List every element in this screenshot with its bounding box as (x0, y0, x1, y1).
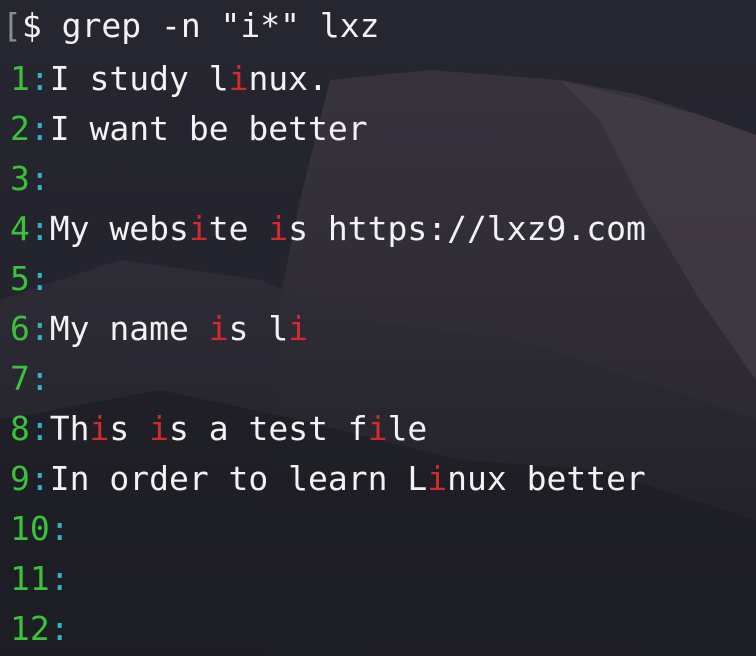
line-text: te (208, 209, 269, 248)
match-highlight: i (228, 59, 249, 98)
output-line: 7: (10, 354, 756, 404)
match-highlight: i (268, 209, 289, 248)
line-text: My name (49, 309, 209, 348)
line-text: s (109, 409, 150, 448)
line-number: 11 (10, 559, 50, 598)
terminal-window[interactable]: [$ grep -n "i*" lxz 1:I study linux. 2:I … (0, 0, 756, 656)
line-text: nux better (447, 459, 646, 498)
line-number: 1 (10, 59, 30, 98)
line-text: s l (228, 309, 289, 348)
separator: : (49, 609, 70, 648)
match-highlight: i (367, 409, 388, 448)
shell-prompt: $ (21, 6, 42, 45)
line-number: 8 (10, 409, 30, 448)
separator: : (29, 59, 50, 98)
line-number: 9 (10, 459, 30, 498)
output-line: 11: (10, 554, 756, 604)
separator: : (29, 309, 50, 348)
separator: : (29, 409, 50, 448)
command-line: [$ grep -n "i*" lxz (2, 0, 756, 54)
separator: : (29, 109, 50, 148)
line-number: 7 (10, 359, 30, 398)
output-line: 10: (10, 504, 756, 554)
line-text: My webs (49, 209, 189, 248)
line-text: nux. (248, 59, 328, 98)
line-number: 5 (10, 259, 30, 298)
line-number: 10 (10, 509, 50, 548)
output-line: 4:My website is https://lxz9.com (10, 204, 756, 254)
line-number: 6 (10, 309, 30, 348)
line-number: 2 (10, 109, 30, 148)
output-line: 3: (10, 154, 756, 204)
output-line: 6:My name is li (10, 304, 756, 354)
line-text: s a test f (169, 409, 368, 448)
grep-output: 1:I study linux. 2:I want be better 3: 4:My… (10, 54, 756, 654)
output-line: 2:I want be better (10, 104, 756, 154)
output-line: 12: (10, 604, 756, 654)
command-text: grep -n "i*" lxz (41, 6, 380, 45)
match-highlight: i (208, 309, 229, 348)
match-highlight: i (427, 459, 448, 498)
line-text: le (387, 409, 428, 448)
separator: : (29, 459, 50, 498)
line-text: I study l (49, 59, 229, 98)
line-text: Th (49, 409, 90, 448)
line-text: s https://lxz9.com (288, 209, 646, 248)
match-highlight: i (188, 209, 209, 248)
line-bracket: [ (2, 6, 22, 45)
line-number: 3 (10, 159, 30, 198)
line-text: I want be better (49, 109, 368, 148)
line-number: 4 (10, 209, 30, 248)
match-highlight: i (149, 409, 169, 448)
separator: : (29, 359, 50, 398)
separator: : (29, 209, 50, 248)
output-line: 8:This is a test file (10, 404, 756, 454)
output-line: 5: (10, 254, 756, 304)
line-number: 12 (10, 609, 50, 648)
match-highlight: i (288, 309, 309, 348)
output-line: 9:In order to learn Linux better (10, 454, 756, 504)
output-line: 1:I study linux. (10, 54, 756, 104)
match-highlight: i (89, 409, 110, 448)
line-text: In order to learn L (49, 459, 428, 498)
separator: : (29, 259, 50, 298)
separator: : (49, 509, 70, 548)
separator: : (49, 559, 70, 598)
separator: : (29, 159, 50, 198)
